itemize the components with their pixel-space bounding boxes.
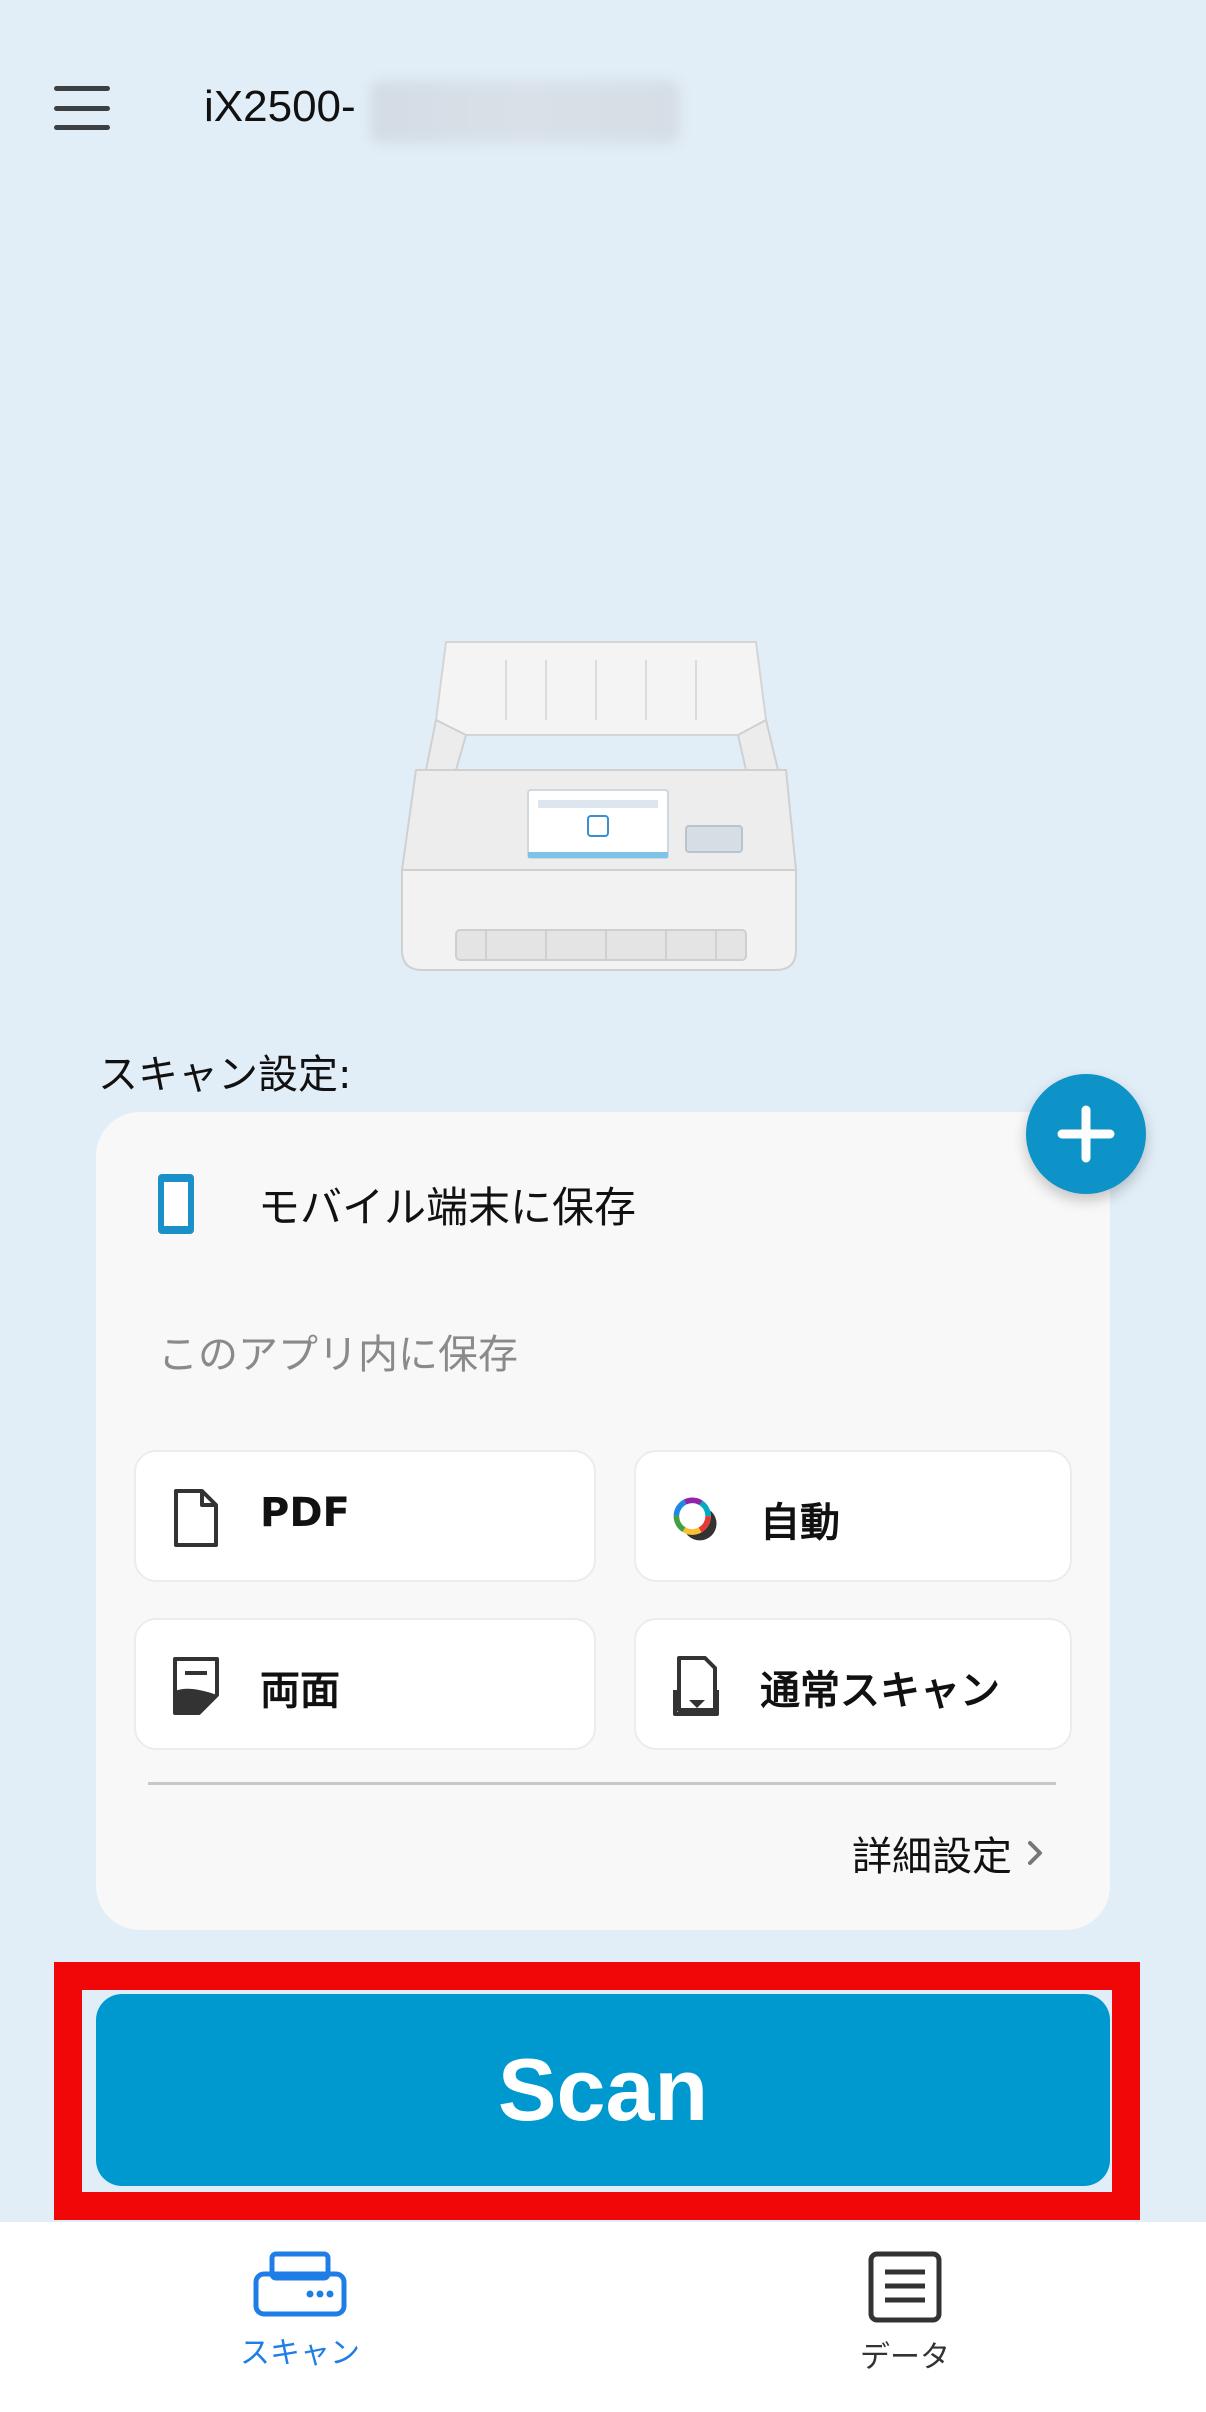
nav-tab-scan[interactable]: スキャン <box>190 2250 410 2372</box>
mobile-device-icon <box>158 1174 194 1234</box>
scan-side-option[interactable]: 両面 <box>134 1618 596 1750</box>
scanner-illustration <box>400 641 798 971</box>
device-name: iX2500- <box>204 82 356 131</box>
hamburger-menu-icon[interactable] <box>54 86 110 130</box>
bottom-navigation: スキャン データ <box>0 2222 1206 2412</box>
feed-mode-label: 通常スキャン <box>760 1668 1000 1714</box>
advanced-settings-label: 詳細設定 <box>852 1834 1012 1880</box>
file-format-label: PDF <box>260 1490 350 1536</box>
feed-mode-icon <box>668 1654 724 1718</box>
document-icon <box>168 1486 224 1550</box>
scanner-icon <box>253 2251 347 2317</box>
chevron-right-icon <box>1028 1841 1042 1865</box>
file-format-option[interactable]: PDF <box>134 1450 596 1582</box>
device-name-redacted <box>370 80 680 144</box>
color-auto-icon <box>668 1486 724 1550</box>
nav-tab-data[interactable]: データ <box>795 2250 1015 2376</box>
scan-settings-label: スキャン設定: <box>98 1052 352 1098</box>
color-mode-option[interactable]: 自動 <box>634 1450 1072 1582</box>
scan-settings-card: モバイル端末に保存 このアプリ内に保存 PDF 自動 両面 通常スキャン 詳細設… <box>96 1112 1110 1930</box>
duplex-icon <box>168 1654 224 1718</box>
add-setting-button[interactable] <box>1026 1074 1146 1194</box>
feed-mode-option[interactable]: 通常スキャン <box>634 1618 1072 1750</box>
divider <box>148 1782 1056 1785</box>
save-location-label: このアプリ内に保存 <box>158 1332 518 1378</box>
scan-side-label: 両面 <box>260 1668 340 1714</box>
highlight-box <box>54 1962 1140 2220</box>
nav-tab-label: スキャン <box>240 2336 360 2371</box>
advanced-settings-link[interactable]: 詳細設定 <box>852 1824 1044 1882</box>
nav-tab-label: データ <box>860 2340 950 2375</box>
list-document-icon <box>868 2251 942 2323</box>
plus-icon <box>1057 1105 1115 1163</box>
color-mode-label: 自動 <box>760 1500 840 1546</box>
save-destination-label[interactable]: モバイル端末に保存 <box>258 1174 636 1235</box>
